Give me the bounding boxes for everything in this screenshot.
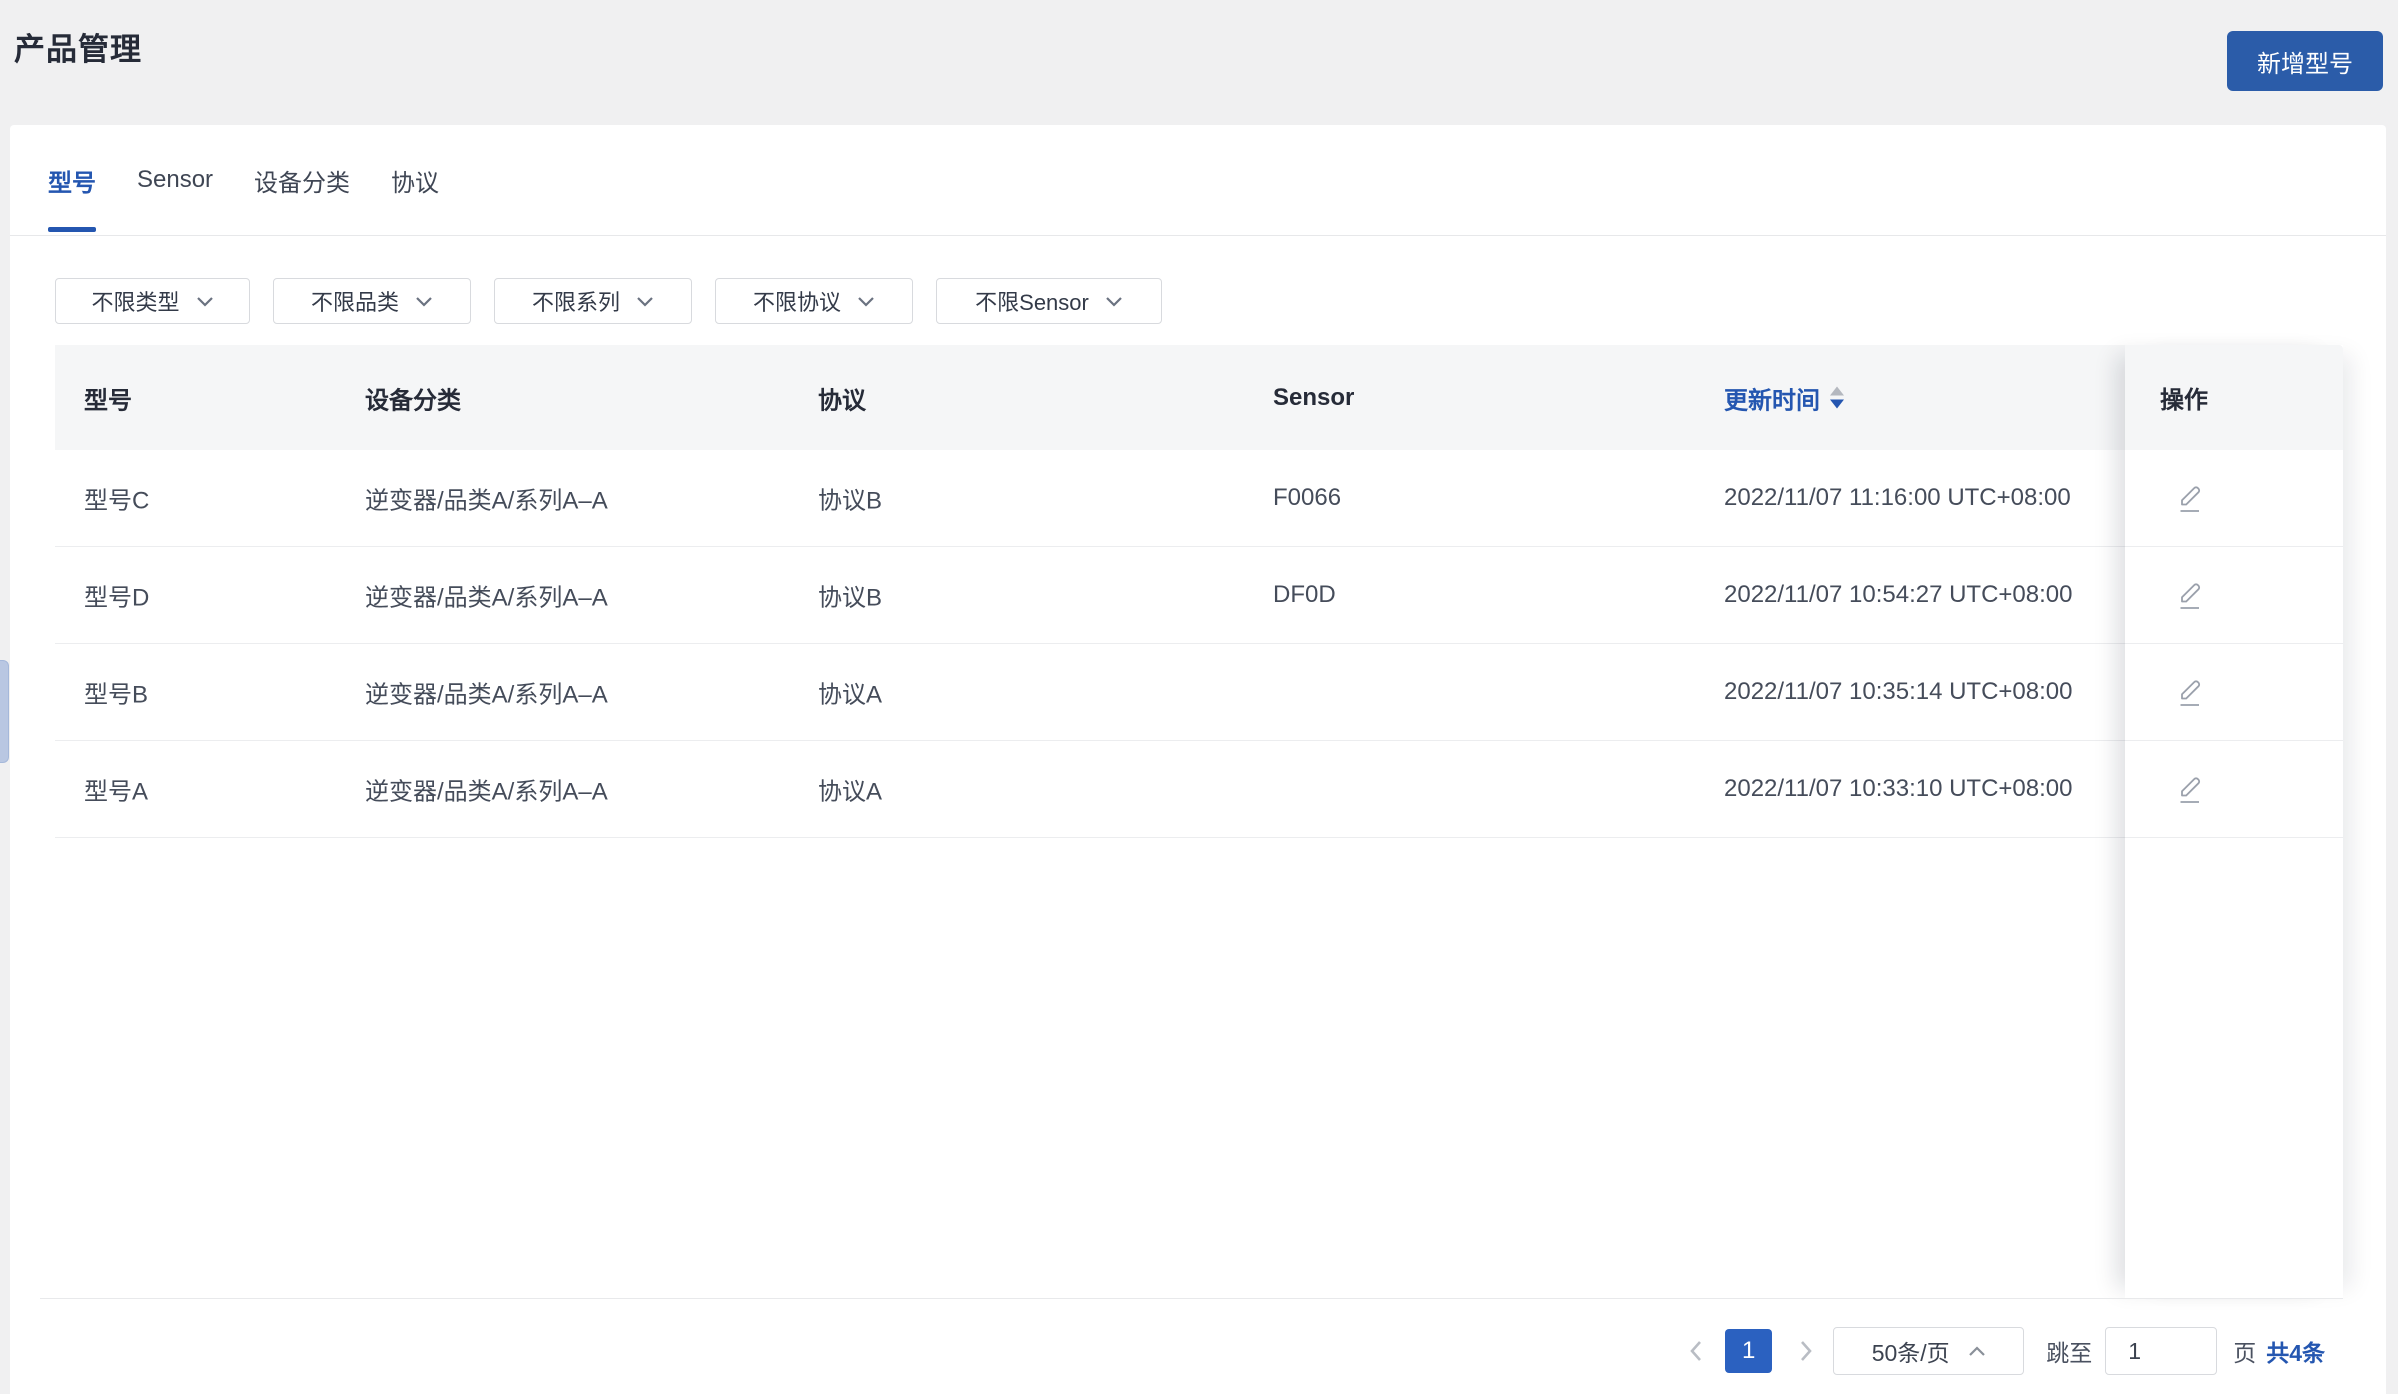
filter-label: 不限协议 [752, 290, 841, 315]
chevron-down-icon [416, 296, 432, 307]
table-bottom-border [40, 1298, 2343, 1299]
edit-row-button[interactable] [2175, 773, 2205, 806]
tab-model[interactable]: 型号 [48, 125, 96, 235]
tab-sensor[interactable]: Sensor [137, 125, 213, 235]
filter-label: 不限系列 [531, 290, 620, 315]
tab-protocol[interactable]: 协议 [391, 125, 439, 235]
action-cell [2125, 644, 2343, 741]
action-cell [2125, 450, 2343, 547]
cell-protocol: 协议A [818, 778, 883, 806]
pagination-bar: 1 50条/页 跳至 页 共4条 [1681, 1323, 2325, 1379]
cell-category: 逆变器/品类A/系列A–A [365, 778, 608, 806]
filter-label: 不限Sensor [975, 290, 1089, 315]
tab-label: 型号 [48, 169, 96, 197]
action-cell [2125, 741, 2343, 838]
table-header: 型号 设备分类 协议 Sensor 更新时间 [55, 345, 2343, 450]
filter-type-dropdown[interactable]: 不限类型 [55, 278, 250, 324]
col-header-device-category: 设备分类 [365, 387, 461, 414]
filter-sensor-dropdown[interactable]: 不限Sensor [936, 278, 1162, 324]
edit-row-button[interactable] [2175, 579, 2205, 612]
edit-pencil-icon [2180, 776, 2201, 803]
chevron-down-icon [1106, 296, 1122, 307]
add-model-button[interactable]: 新增型号 [2227, 31, 2383, 91]
chevron-right-icon [1801, 1341, 1812, 1361]
sort-column-label: 更新时间 [1724, 387, 1820, 414]
filter-label: 不限类型 [91, 290, 180, 315]
edit-pencil-icon [2180, 485, 2201, 512]
page-title: 产品管理 [14, 32, 142, 67]
cell-category: 逆变器/品类A/系列A–A [365, 584, 608, 612]
col-header-model: 型号 [84, 387, 132, 414]
jump-page-input[interactable] [2105, 1327, 2218, 1375]
filter-category-dropdown[interactable]: 不限品类 [273, 278, 471, 324]
tab-label: Sensor [137, 166, 214, 193]
tab-label: 协议 [391, 169, 440, 197]
table-row[interactable]: 型号B 逆变器/品类A/系列A–A 协议A 2022/11/07 10:35:1… [55, 644, 2343, 741]
cell-model: 型号D [84, 584, 150, 612]
cell-updated: 2022/11/07 10:33:10 UTC+08:00 [1724, 775, 2073, 802]
cell-model: 型号B [84, 681, 149, 709]
total-count-label: 共4条 [2266, 1340, 2325, 1366]
cell-updated: 2022/11/07 10:35:14 UTC+08:00 [1724, 678, 2073, 705]
chevron-up-icon [1968, 1345, 1985, 1356]
left-drawer-handle[interactable] [0, 660, 9, 763]
tab-device-category[interactable]: 设备分类 [254, 125, 350, 235]
action-cell [2125, 547, 2343, 644]
filter-label: 不限品类 [310, 290, 399, 315]
cell-protocol: 协议B [818, 487, 883, 515]
page-number-button[interactable]: 1 [1725, 1329, 1773, 1373]
cell-category: 逆变器/品类A/系列A–A [365, 487, 608, 515]
page-size-select[interactable]: 50条/页 [1833, 1327, 2025, 1375]
edit-row-button[interactable] [2175, 482, 2205, 515]
cell-protocol: 协议A [818, 681, 883, 709]
cell-sensor: F0066 [1273, 484, 1342, 511]
cell-sensor: DF0D [1273, 581, 1336, 608]
jump-to-label: 跳至 [2046, 1340, 2093, 1366]
cell-category: 逆变器/品类A/系列A–A [365, 681, 608, 709]
table-row[interactable]: 型号D 逆变器/品类A/系列A–A 协议B DF0D 2022/11/07 10… [55, 547, 2343, 644]
cell-model: 型号A [84, 778, 149, 806]
col-header-protocol: 协议 [818, 387, 866, 414]
top-bar: 产品管理 新增型号 [0, 0, 2398, 125]
page-unit-label: 页 [2233, 1340, 2257, 1366]
caret-up-icon [1830, 386, 1844, 396]
fixed-action-column: 操作 [2125, 345, 2343, 1298]
table-row[interactable]: 型号C 逆变器/品类A/系列A–A 协议B F0066 2022/11/07 1… [55, 450, 2343, 547]
filter-bar: 不限类型 不限品类 不限系列 不限协议 不限Sensor [55, 278, 1162, 324]
prev-page-button[interactable] [1681, 1338, 1711, 1364]
filter-series-dropdown[interactable]: 不限系列 [494, 278, 692, 324]
col-header-sensor: Sensor [1273, 383, 1355, 411]
table-row[interactable]: 型号A 逆变器/品类A/系列A–A 协议A 2022/11/07 10:33:1… [55, 741, 2343, 838]
active-tab-underline [48, 227, 96, 232]
edit-row-button[interactable] [2175, 676, 2205, 709]
chevron-down-icon [858, 296, 874, 307]
tab-bar: 型号 Sensor 设备分类 协议 [10, 125, 2386, 236]
page-size-value: 50条/页 [1871, 1340, 1950, 1366]
tab-label: 设备分类 [254, 169, 351, 197]
cell-protocol: 协议B [818, 584, 883, 612]
chevron-left-icon [1690, 1341, 1702, 1361]
next-page-button[interactable] [1791, 1338, 1821, 1364]
chevron-down-icon [196, 296, 213, 307]
cell-model: 型号C [84, 487, 150, 515]
cell-updated: 2022/11/07 10:54:27 UTC+08:00 [1724, 581, 2073, 608]
col-header-updated-sort[interactable]: 更新时间 [1724, 380, 1844, 415]
edit-pencil-icon [2180, 582, 2201, 609]
sort-carets-icon [1830, 386, 1844, 409]
chevron-down-icon [637, 296, 653, 307]
filter-protocol-dropdown[interactable]: 不限协议 [715, 278, 913, 324]
col-header-action: 操作 [2125, 345, 2343, 450]
edit-pencil-icon [2180, 679, 2201, 706]
content-card: 型号 Sensor 设备分类 协议 不限类型 不限品类 不限系列 不限协议 不限… [10, 125, 2386, 1394]
caret-down-icon [1830, 399, 1844, 409]
cell-updated: 2022/11/07 11:16:00 UTC+08:00 [1724, 484, 2071, 511]
